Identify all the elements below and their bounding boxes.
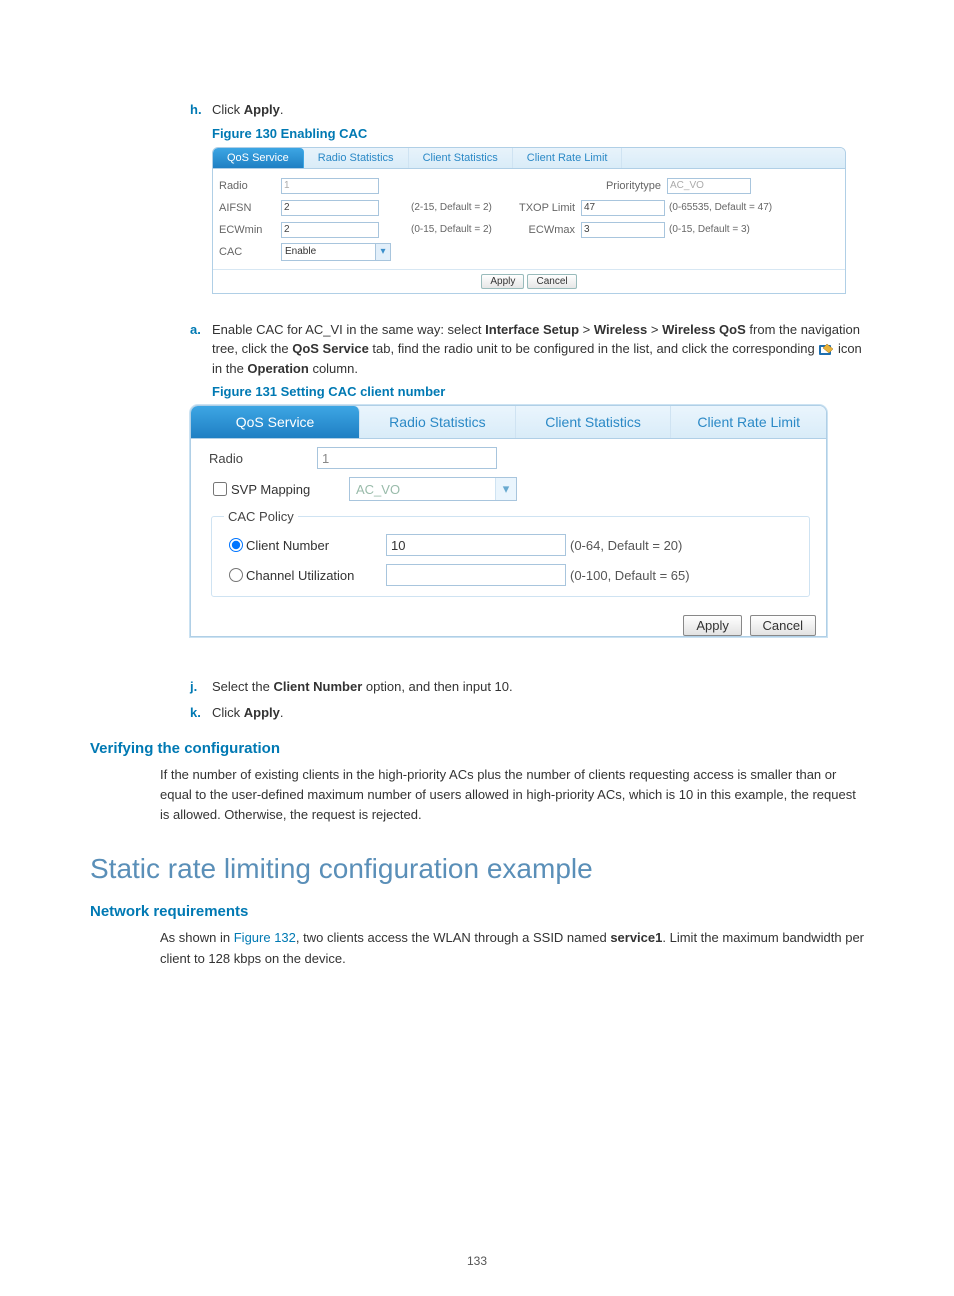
ecwmin-hint: (0-15, Default = 2) [411,224,509,235]
figure-132-link[interactable]: Figure 132 [234,930,296,945]
tab-client-statistics[interactable]: Client Statistics [409,148,513,168]
tab-radio-statistics[interactable]: Radio Statistics [360,406,516,438]
aifsn-label: AIFSN [219,202,281,214]
client-number-label: Client Number [246,538,386,553]
svp-mapping-label: SVP Mapping [231,482,349,497]
page-number: 133 [0,1254,954,1268]
ecwmin-input[interactable] [281,222,379,238]
cancel-button[interactable]: Cancel [750,615,816,636]
network-requirements-heading: Network requirements [90,903,864,920]
edit-icon [818,343,834,357]
step-a-text: Enable CAC for AC_VI in the same way: se… [212,320,864,379]
radio-label: Radio [209,451,317,466]
aifsn-hint: (2-15, Default = 2) [411,202,509,213]
tab-qos-service[interactable]: QoS Service [191,406,360,438]
prioritytype-input[interactable] [667,178,751,194]
verifying-paragraph: If the number of existing clients in the… [160,765,864,825]
fig131-tabbar: QoS Service Radio Statistics Client Stat… [191,406,826,439]
step-k-marker: k. [190,703,212,723]
cac-label: CAC [219,246,281,258]
step-a: a. Enable CAC for AC_VI in the same way:… [190,320,864,379]
radio-input[interactable] [281,178,379,194]
txop-input[interactable] [581,200,665,216]
channel-utilization-hint: (0-100, Default = 65) [570,568,690,583]
step-a-marker: a. [190,320,212,379]
apply-button[interactable]: Apply [683,615,742,636]
radio-input[interactable] [317,447,497,469]
tab-client-rate-limit[interactable]: Client Rate Limit [513,148,623,168]
step-k: k. Click Apply. [190,703,864,723]
static-rate-heading: Static rate limiting configuration examp… [90,853,864,885]
client-number-input[interactable] [386,534,566,556]
figure-130: QoS Service Radio Statistics Client Stat… [212,147,846,294]
cancel-button[interactable]: Cancel [527,274,576,289]
client-number-radio[interactable] [229,538,243,552]
cac-policy-fieldset: CAC Policy Client Number (0-64, Default … [211,509,810,597]
prioritytype-label: Prioritytype [595,180,667,192]
tab-qos-service[interactable]: QoS Service [213,148,304,168]
svp-mapping-checkbox[interactable] [213,482,227,496]
channel-utilization-label: Channel Utilization [246,568,386,583]
svp-mapping-select[interactable]: AC_VO ▾ [349,477,517,501]
tab-client-statistics[interactable]: Client Statistics [516,406,672,438]
step-j-text: Select the Client Number option, and the… [212,677,864,697]
ecwmax-input[interactable] [581,222,665,238]
figure-131-title: Figure 131 Setting CAC client number [212,384,864,399]
chevron-down-icon: ▾ [375,244,390,260]
step-k-text: Click Apply. [212,703,864,723]
aifsn-input[interactable] [281,200,379,216]
chevron-down-icon: ▾ [495,478,516,500]
tab-radio-statistics[interactable]: Radio Statistics [304,148,409,168]
step-j: j. Select the Client Number option, and … [190,677,864,697]
tab-client-rate-limit[interactable]: Client Rate Limit [671,406,826,438]
channel-utilization-radio[interactable] [229,568,243,582]
step-h: h. Click Apply. [190,100,864,120]
ecwmax-hint: (0-15, Default = 3) [665,224,750,235]
client-number-hint: (0-64, Default = 20) [570,538,682,553]
network-requirements-paragraph: As shown in Figure 132, two clients acce… [160,928,864,968]
txop-label: TXOP Limit [509,202,581,214]
txop-hint: (0-65535, Default = 47) [665,202,772,213]
verifying-heading: Verifying the configuration [90,740,864,757]
cac-policy-legend: CAC Policy [224,509,298,524]
radio-label: Radio [219,180,281,192]
apply-button[interactable]: Apply [481,274,524,289]
ecwmax-label: ECWmax [509,224,581,236]
step-h-marker: h. [190,100,212,120]
figure-131: QoS Service Radio Statistics Client Stat… [190,405,827,637]
ecwmin-label: ECWmin [219,224,281,236]
channel-utilization-input[interactable] [386,564,566,586]
fig130-tabbar: QoS Service Radio Statistics Client Stat… [213,148,845,169]
cac-select[interactable]: Enable ▾ [281,243,391,261]
step-h-text: Click Apply. [212,100,864,120]
step-j-marker: j. [190,677,212,697]
figure-130-title: Figure 130 Enabling CAC [212,126,864,141]
